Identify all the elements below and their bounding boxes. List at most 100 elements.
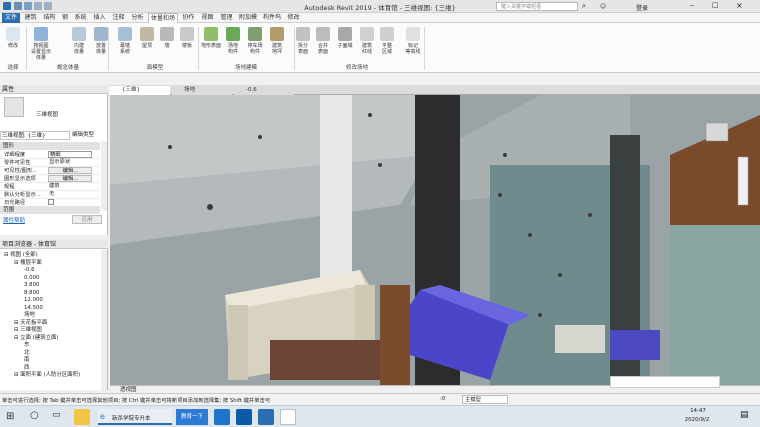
ribbon-button-12[interactable]: 拆分 表面 — [292, 26, 314, 64]
tab-6[interactable]: 注释 — [110, 13, 127, 23]
view-tab[interactable]: 场地 — [172, 86, 232, 95]
revit-taskbar-icon[interactable] — [258, 409, 274, 425]
3d-viewport[interactable] — [110, 95, 760, 385]
view-selector[interactable]: 三维视图: {三维} — [0, 131, 70, 140]
minimize-icon[interactable]: – — [690, 1, 694, 10]
browser-tree-node[interactable]: ⊟ 立面 (建筑立面) — [14, 335, 59, 342]
panel-title[interactable]: 选择 — [2, 63, 24, 71]
ribbon-button-8[interactable]: 地形表面 — [200, 26, 222, 64]
ribbon-button-17[interactable]: 标记 等高线 — [402, 26, 424, 64]
browser-tree-node[interactable]: ⊟ 三维视图 — [14, 327, 42, 334]
notification-icon[interactable]: ▤ — [740, 410, 749, 420]
search-input[interactable]: 键入关键字或短语 — [496, 2, 578, 11]
search-icon[interactable]: ⌕ — [582, 2, 590, 10]
browser-tree-node[interactable]: -0.6 — [24, 267, 35, 274]
ribbon-button-1[interactable]: 按视图 设置显示体量 — [30, 26, 52, 64]
tab-8[interactable]: 体量和场地 — [148, 13, 178, 32]
file-explorer-icon[interactable] — [74, 409, 90, 425]
browser-tree-node[interactable]: ⊟ 视图 (全部) — [4, 252, 38, 259]
3d-scene[interactable] — [110, 95, 760, 385]
clock-time[interactable]: 14:47 — [686, 408, 710, 414]
browser-tree-node[interactable]: 北 — [24, 350, 29, 357]
app-icon[interactable] — [280, 409, 296, 425]
ribbon-button-9[interactable]: 场地 构件 — [222, 26, 244, 64]
ribbon-button-4[interactable]: 幕墙 系统 — [114, 26, 136, 64]
group-graphics[interactable]: 图形 — [0, 142, 100, 150]
windows-start-icon[interactable]: ⊞ — [6, 411, 14, 422]
tab-11[interactable]: 管理 — [218, 13, 235, 23]
task-view-icon[interactable]: ▭ — [52, 410, 61, 420]
tab-1[interactable]: 建筑 — [22, 13, 39, 23]
ribbon-button-16[interactable]: 平整 区域 — [376, 26, 398, 64]
taskbar-baidu[interactable]: 教育一下 — [176, 409, 208, 425]
clock-date[interactable]: 2020/9/2 — [680, 417, 714, 423]
ribbon-button-10[interactable]: 停车场 构件 — [244, 26, 266, 64]
tab-2[interactable]: 结构 — [41, 13, 58, 23]
navigation-bar[interactable] — [737, 156, 749, 206]
browser-tree-node[interactable]: 12.000 — [24, 297, 43, 304]
panel-title[interactable]: 概念体量 — [30, 63, 106, 71]
group-extents[interactable]: 范围 — [0, 206, 100, 214]
panel-title[interactable]: 场地建模 — [200, 63, 292, 71]
login-link[interactable]: 登录 — [636, 3, 648, 12]
maximize-icon[interactable]: □ — [712, 1, 719, 9]
ribbon-button-15[interactable]: 建筑 红线 — [356, 26, 378, 64]
apply-button[interactable]: 应用 — [72, 215, 102, 224]
view-tab[interactable]: -0.6 — [234, 86, 294, 95]
browser-tree-node[interactable]: 8.800 — [24, 290, 39, 297]
browser-tree-node[interactable]: 0.000 — [24, 275, 39, 282]
tab-12[interactable]: 附加模块 — [237, 13, 259, 31]
ribbon-button-6[interactable]: 墙 — [156, 26, 178, 64]
tab-14[interactable]: 修改 — [285, 13, 302, 23]
browser-tree-node[interactable]: 场地 — [24, 312, 35, 319]
browser-tree-node[interactable]: 14.500 — [24, 305, 43, 312]
browser-scrollbar[interactable] — [101, 250, 107, 390]
property-value[interactable]: 编辑... — [48, 175, 92, 182]
view-tab[interactable]: {三维} — [110, 86, 170, 95]
store-icon[interactable] — [236, 409, 252, 425]
panel-title[interactable]: 修改场地 — [292, 63, 422, 71]
property-value[interactable] — [48, 199, 54, 205]
browser-tree-node[interactable]: ⊟ 面积平面 (人防分区面积) — [14, 372, 80, 379]
tab-13[interactable]: 构件坞 — [261, 13, 283, 23]
ribbon-button-13[interactable]: 合并 表面 — [312, 26, 334, 64]
close-icon[interactable]: × — [736, 1, 743, 10]
tab-10[interactable]: 视图 — [199, 13, 216, 23]
tab-9[interactable]: 协作 — [180, 13, 197, 23]
browser-tree-node[interactable]: ⊟ 楼层平面 — [14, 260, 42, 267]
taskbar-browser[interactable]: e 新杀学院专升本 — [98, 409, 172, 425]
ribbon-button-11[interactable]: 建筑 地坪 — [266, 26, 288, 64]
tab-7[interactable]: 分析 — [129, 13, 146, 23]
view-tabs: {三维} 场地 -0.6 — [110, 85, 760, 95]
panel-title[interactable]: 面模型 — [114, 63, 196, 71]
browser-tree-node[interactable]: 3.800 — [24, 282, 39, 289]
tab-0[interactable]: 文件 — [2, 13, 20, 23]
browser-tree-node[interactable]: 西 — [24, 365, 29, 372]
ribbon-button-2[interactable]: 内建 体量 — [68, 26, 90, 64]
browser-tree-node[interactable]: ⊟ 天花板平面 — [14, 320, 47, 327]
ribbon-button-5[interactable]: 屋顶 — [136, 26, 158, 64]
active-workset[interactable]: 主模型 — [462, 395, 508, 404]
ribbon-button-7[interactable]: 楼板 — [176, 26, 198, 64]
edge-browser-icon[interactable] — [214, 409, 230, 425]
tab-3[interactable]: 钢 — [60, 13, 70, 23]
browser-tree-node[interactable]: 东 — [24, 342, 29, 349]
tab-5[interactable]: 插入 — [91, 13, 108, 23]
edit-type-button[interactable]: 编辑类型 — [72, 131, 106, 140]
property-value[interactable]: 编辑... — [48, 167, 92, 174]
browser-tree-node[interactable]: 南 — [24, 357, 29, 364]
ime-toolbar[interactable] — [610, 376, 720, 388]
user-icon[interactable]: ☺ — [600, 3, 606, 10]
ribbon-button-0[interactable]: 修改 — [2, 26, 24, 64]
ribbon-button-14[interactable]: 子面域 — [334, 26, 356, 64]
scrollbar[interactable] — [101, 141, 107, 211]
ribbon-button-label: 子面域 — [337, 43, 353, 49]
property-value[interactable]: 显示原状 — [48, 159, 92, 166]
view-cube[interactable] — [705, 122, 729, 142]
tab-4[interactable]: 系统 — [72, 13, 89, 23]
properties-help-link[interactable]: 属性帮助 — [3, 216, 25, 224]
property-value[interactable]: 无 — [48, 191, 92, 198]
search-taskbar-icon[interactable]: ○ — [30, 410, 39, 421]
property-value[interactable]: 建筑 — [48, 183, 92, 190]
property-value[interactable]: 精细 — [48, 151, 92, 158]
